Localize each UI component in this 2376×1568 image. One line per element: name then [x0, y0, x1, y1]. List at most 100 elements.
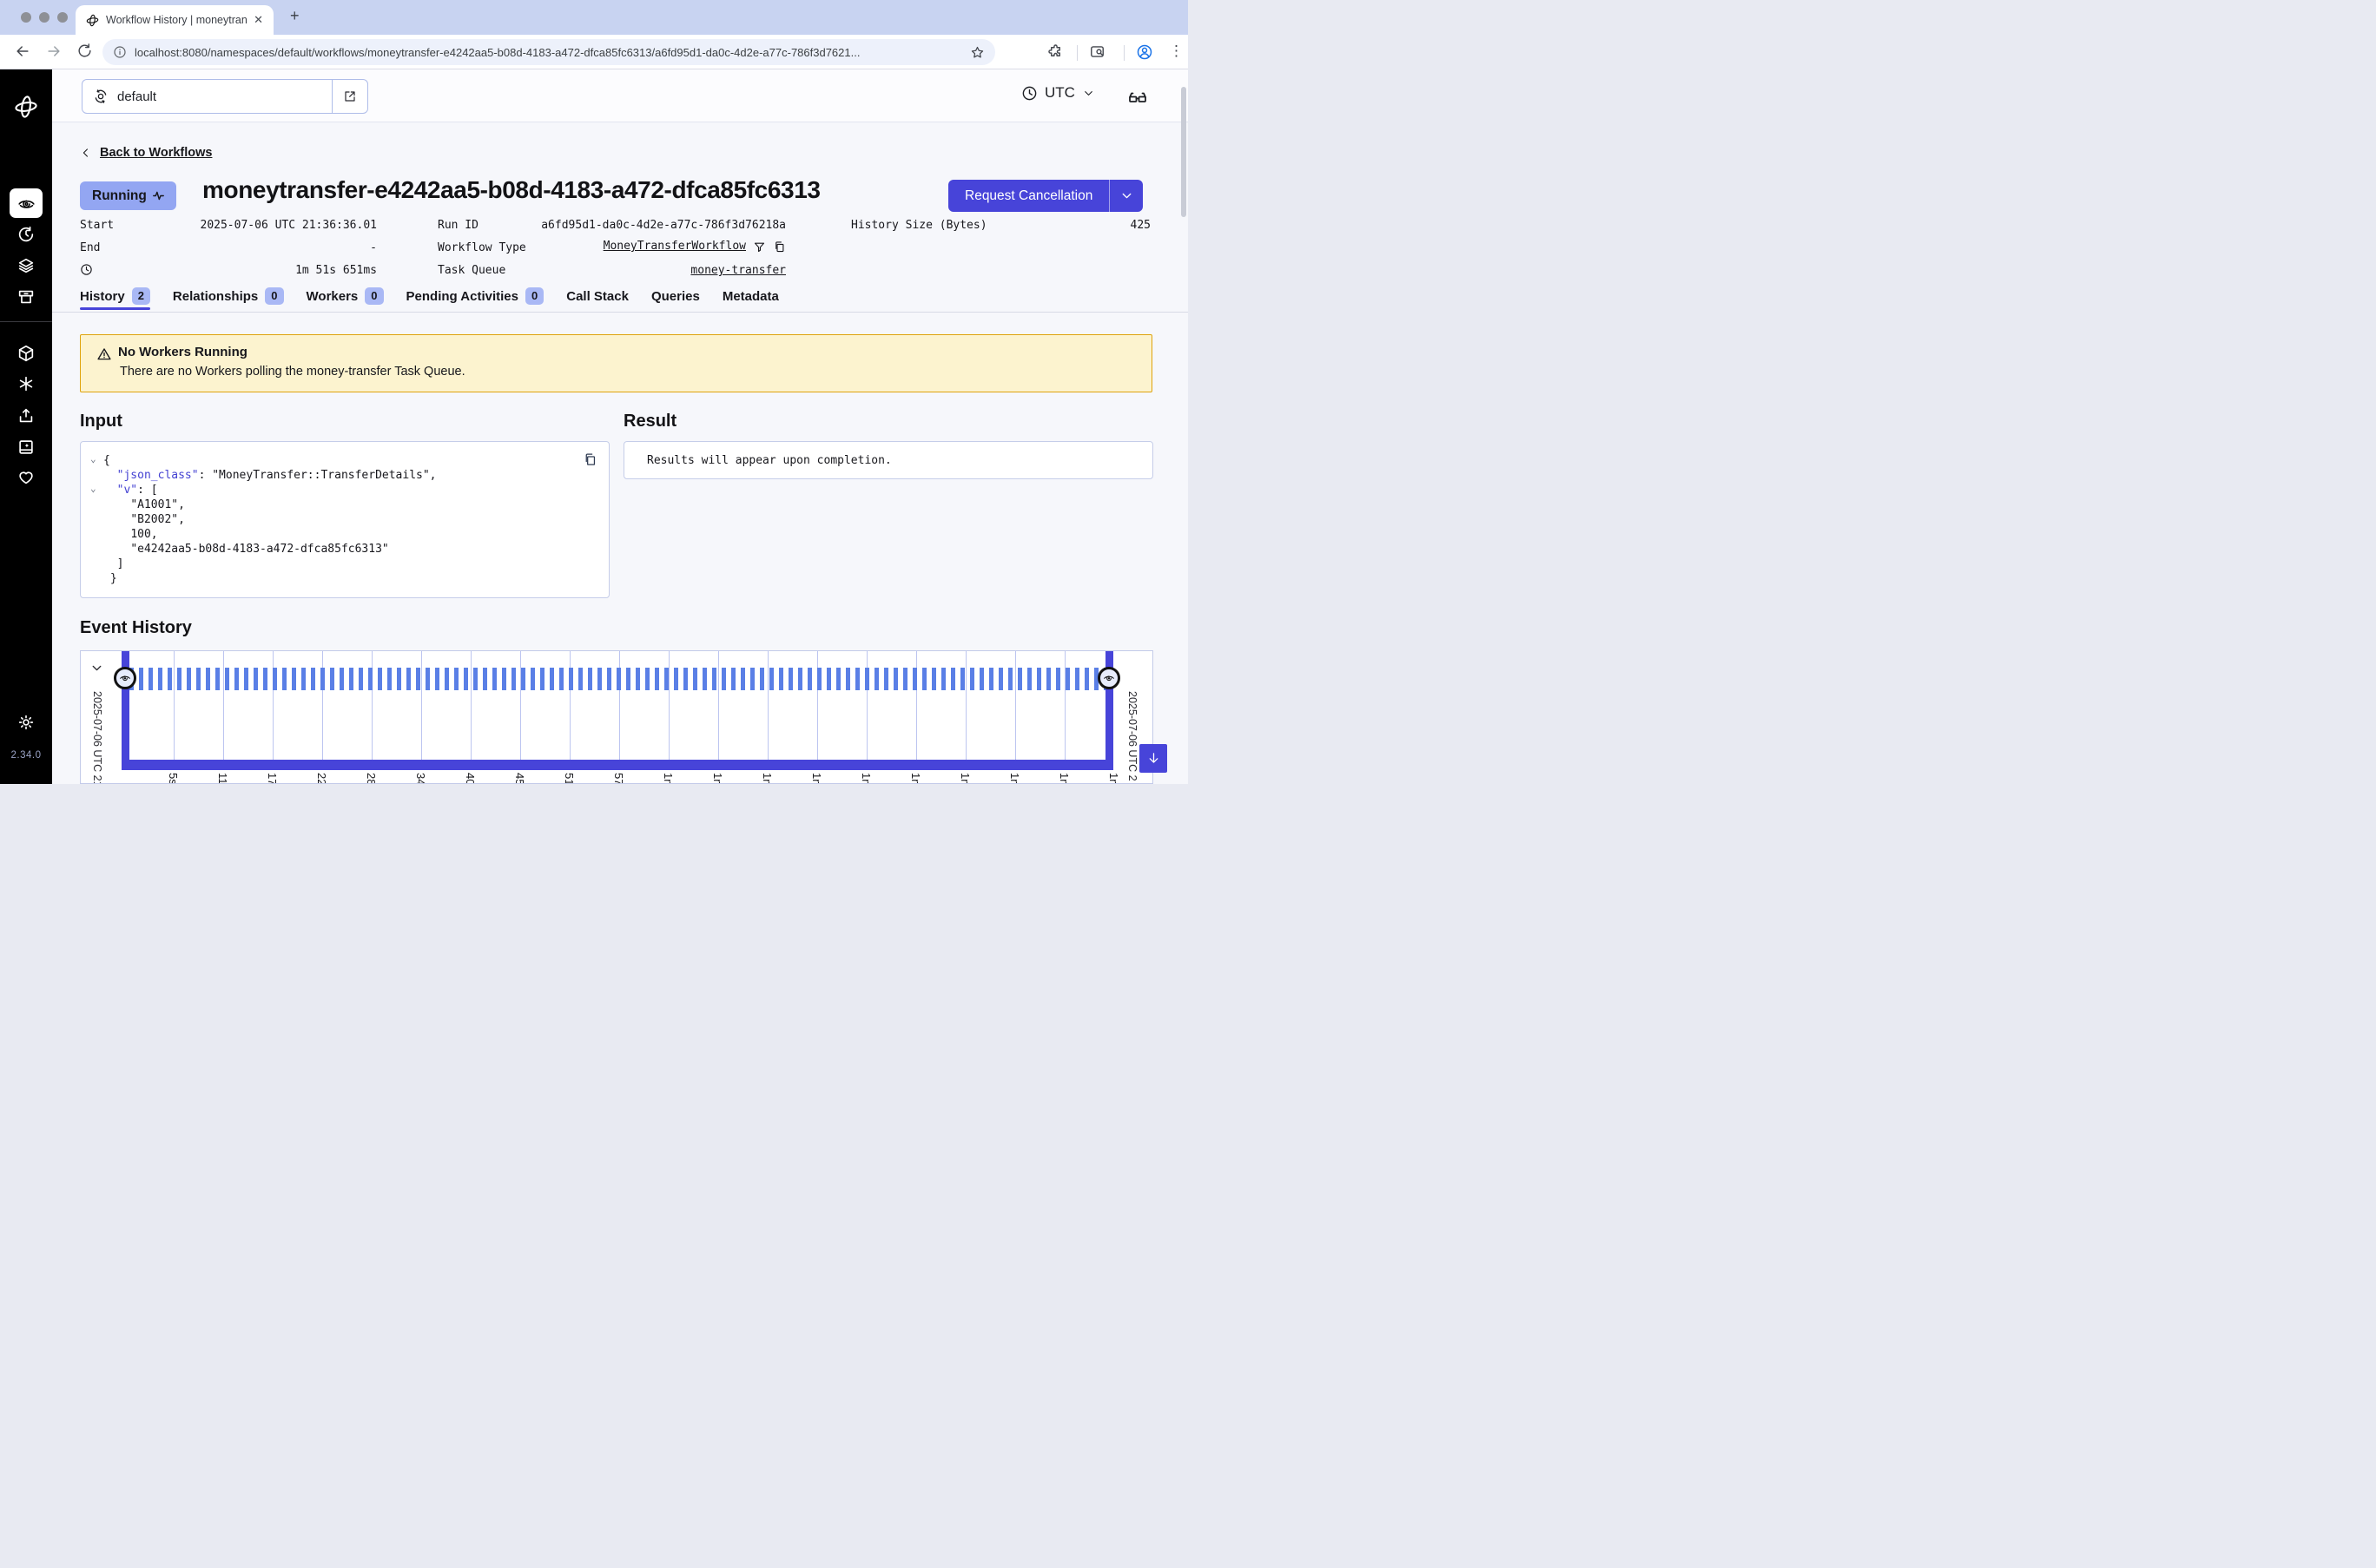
address-bar[interactable]: localhost:8080/namespaces/default/workfl…: [102, 39, 995, 65]
forward-icon[interactable]: [45, 43, 63, 60]
site-info-icon[interactable]: [113, 45, 127, 59]
url-text[interactable]: localhost:8080/namespaces/default/workfl…: [135, 46, 962, 59]
json-line: ]: [89, 557, 437, 571]
namespace-selector[interactable]: default: [82, 79, 368, 114]
copy-icon[interactable]: [773, 240, 786, 254]
input-heading: Input: [80, 412, 122, 432]
theme-sun-icon[interactable]: [16, 713, 36, 732]
reload-icon[interactable]: [76, 43, 93, 59]
window-close-button[interactable]: [21, 12, 31, 23]
workflow-title: moneytransfer-e4242aa5-b08d-4183-a472-df…: [202, 176, 821, 204]
axis-tick: 1m: [860, 773, 873, 784]
axis-tick: 1m: [1058, 773, 1071, 784]
axis-tick: 1m: [761, 773, 774, 784]
tab-count-badge: 0: [265, 287, 283, 305]
axis-tick: 11s: [216, 773, 229, 784]
axis-tick: 22s: [315, 773, 328, 784]
menu-kebab-icon[interactable]: ⋮: [1169, 43, 1184, 60]
status-badge: Running: [80, 181, 176, 210]
labs-glasses-icon[interactable]: [1127, 88, 1148, 109]
namespace-open-button[interactable]: [332, 80, 367, 113]
tab-history[interactable]: History 2: [80, 287, 150, 308]
workflow-type-link[interactable]: MoneyTransferWorkflow: [604, 240, 746, 254]
json-line: }: [89, 571, 437, 586]
timezone-selector[interactable]: UTC: [1021, 84, 1095, 102]
filter-funnel-icon[interactable]: [753, 240, 766, 254]
axis-tick: 51s: [563, 773, 576, 784]
tab-metadata[interactable]: Metadata: [723, 289, 779, 307]
browser-tab-strip: Workflow History | moneytran ✕ +: [0, 0, 1188, 35]
request-cancellation-label[interactable]: Request Cancellation: [948, 180, 1109, 212]
duration-value: 1m 51s 651ms: [80, 264, 377, 278]
sidebar-item-feedback[interactable]: [16, 468, 36, 487]
sidebar-item-docs[interactable]: [16, 438, 36, 457]
window-controls: [21, 12, 68, 23]
page-scrollbar[interactable]: [1181, 87, 1186, 217]
tab-title: Workflow History | moneytran: [106, 14, 247, 26]
tab-label: Metadata: [723, 289, 779, 304]
tab-relationships[interactable]: Relationships 0: [173, 287, 284, 308]
sidebar-item-nexus[interactable]: [16, 374, 36, 393]
axis-tick: 1m: [1107, 773, 1120, 784]
tab-call-stack[interactable]: Call Stack: [566, 289, 629, 307]
profile-icon[interactable]: [1136, 43, 1153, 61]
request-cancellation-button[interactable]: Request Cancellation: [948, 180, 1143, 212]
app-version: 2.34.0: [0, 750, 52, 761]
result-panel: Results will appear upon completion.: [624, 441, 1153, 479]
axis-tick: 45s: [513, 773, 526, 784]
json-line: "json_class": "MoneyTransfer::TransferDe…: [89, 468, 437, 483]
sidebar-item-deployments[interactable]: [16, 256, 36, 275]
sidebar-item-namespaces[interactable]: [16, 344, 36, 363]
timezone-label: UTC: [1045, 84, 1075, 102]
axis-tick: 28s: [365, 773, 378, 784]
scroll-to-bottom-button[interactable]: [1139, 744, 1167, 773]
sidebar-item-import-export[interactable]: [16, 406, 36, 425]
collapse-icon[interactable]: ⌄: [90, 451, 96, 466]
tab-queries[interactable]: Queries: [651, 289, 700, 307]
namespace-selector-main[interactable]: default: [82, 80, 332, 113]
tab-workers[interactable]: Workers 0: [307, 287, 384, 308]
workflow-task-stripe-band: [129, 668, 1106, 690]
extensions-icon[interactable]: [1047, 43, 1064, 60]
tabs-divider: [52, 312, 1188, 313]
result-message: Results will appear upon completion.: [647, 454, 892, 467]
tab-label: Workers: [307, 289, 359, 304]
tab-search-icon[interactable]: [1089, 43, 1106, 60]
workflow-type-cell: MoneyTransferWorkflow: [438, 240, 786, 254]
tab-label: Call Stack: [566, 289, 629, 304]
window-minimize-button[interactable]: [39, 12, 50, 23]
back-link-label: Back to Workflows: [100, 146, 212, 160]
tab-count-badge: 0: [365, 287, 383, 305]
tab-label: History: [80, 289, 125, 304]
collapse-icon[interactable]: ⌄: [90, 481, 96, 496]
workflows-eye-icon: [17, 194, 36, 213]
tab-close-icon[interactable]: ✕: [254, 13, 263, 27]
window-maximize-button[interactable]: [57, 12, 68, 23]
json-line: "e4242aa5-b08d-4183-a472-dfca85fc6313": [89, 542, 437, 557]
tab-pending-activities[interactable]: Pending Activities 0: [406, 287, 544, 308]
back-to-workflows-link[interactable]: Back to Workflows: [80, 146, 212, 160]
axis-tick: 40s: [464, 773, 477, 784]
task-queue-link[interactable]: money-transfer: [438, 264, 786, 278]
bookmark-star-icon[interactable]: [970, 45, 985, 60]
workflow-current-marker[interactable]: [1098, 667, 1120, 689]
input-json-panel: ⌄{ "json_class": "MoneyTransfer::Transfe…: [80, 441, 610, 598]
browser-tab[interactable]: Workflow History | moneytran ✕: [76, 5, 274, 35]
namespace-icon: [93, 89, 109, 104]
sidebar-item-schedules[interactable]: [16, 225, 36, 244]
temporal-logo-icon[interactable]: [14, 95, 38, 119]
sidebar-item-workflows[interactable]: [10, 188, 43, 218]
warning-title: No Workers Running: [118, 345, 248, 359]
back-icon[interactable]: [14, 43, 31, 60]
external-link-icon: [343, 89, 357, 103]
new-tab-icon[interactable]: +: [290, 7, 300, 25]
copy-icon[interactable]: [583, 452, 597, 467]
axis-tick: 34s: [414, 773, 427, 784]
sidebar: 2.34.0: [0, 69, 52, 784]
workflow-start-marker[interactable]: [114, 667, 136, 689]
sidebar-item-batch-operations[interactable]: [16, 287, 36, 306]
axis-tick: 1m: [909, 773, 922, 784]
timeline-expand-icon[interactable]: [89, 661, 104, 675]
cancellation-menu-button[interactable]: [1109, 180, 1143, 212]
workflow-eye-icon: [1103, 672, 1115, 684]
